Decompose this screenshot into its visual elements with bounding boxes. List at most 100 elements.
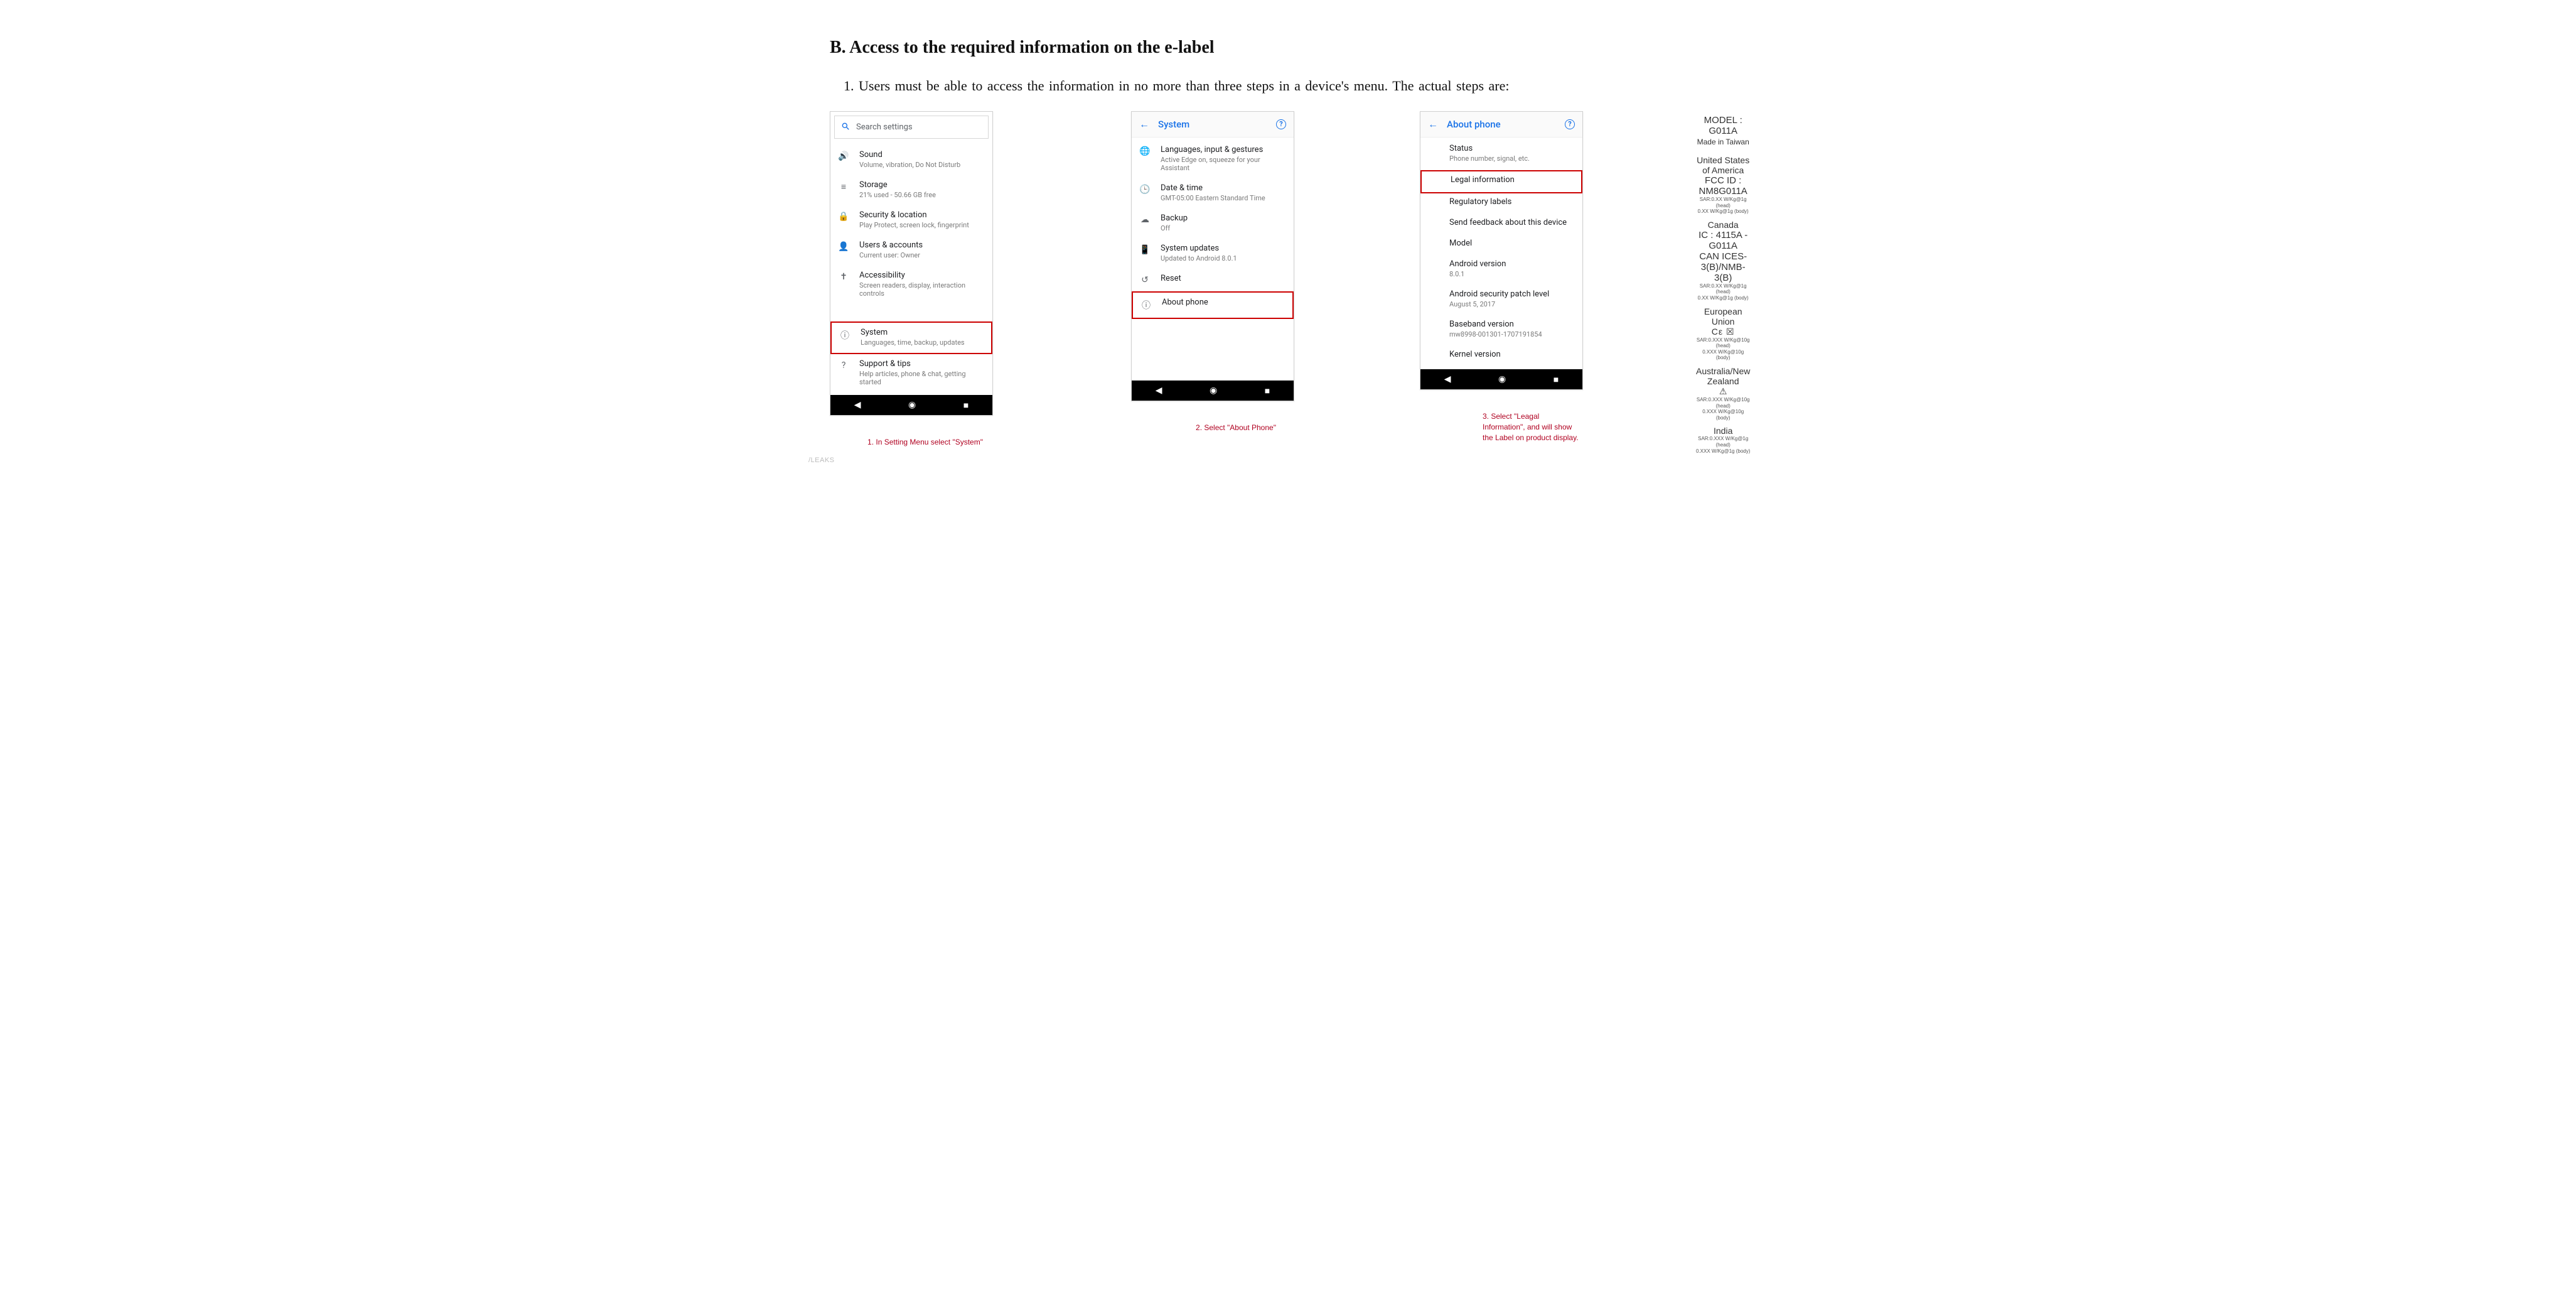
list-item[interactable]: 🕒Date & timeGMT-05:00 Eastern Standard T… [1132, 178, 1294, 208]
step-1-caption: 1. In Setting Menu select "System" [867, 437, 983, 448]
back-arrow-icon[interactable]: ← [1428, 118, 1438, 131]
elabel-panel: MODEL : G011A Made in Taiwan United Stat… [1696, 111, 1750, 454]
clock-icon: 🕒 [1139, 185, 1151, 195]
settings-list: 🔊 Sound Volume, vibration, Do Not Disturb ≡… [830, 143, 992, 395]
info-icon: ⓘ [839, 329, 851, 342]
item-subtitle: Current user: Owner [859, 251, 985, 259]
list-item[interactable]: ⓘ About phone [1132, 291, 1294, 319]
nav-home-icon[interactable]: ◉ [1498, 374, 1506, 384]
in-sar-body: 0.XXX W/Kg@1g (body) [1696, 448, 1750, 455]
item-title: Security & location [859, 210, 985, 220]
help-icon[interactable]: ? [1276, 119, 1286, 129]
item-subtitle: Active Edge on, squeeze for your Assista… [1161, 156, 1286, 172]
android-navbar: ◀ ◉ ■ [1132, 381, 1294, 401]
nav-back-icon[interactable]: ◀ [1444, 374, 1451, 384]
list-item[interactable]: Baseband versionmw8998-001301-1707191854 [1420, 316, 1582, 346]
lock-icon: 🔒 [838, 212, 849, 222]
android-navbar: ◀ ◉ ■ [830, 395, 992, 415]
list-item[interactable]: Send feedback about this device [1420, 214, 1582, 235]
item-title: Backup [1161, 213, 1286, 223]
item-subtitle: Phone number, signal, etc. [1449, 154, 1575, 163]
nav-back-icon[interactable]: ◀ [854, 400, 861, 410]
about-list: StatusPhone number, signal, etc. Legal in… [1420, 138, 1582, 369]
item-title: Model [1449, 239, 1575, 248]
item-subtitle: August 5, 2017 [1449, 300, 1575, 308]
list-item[interactable]: ✝ AccessibilityScreen readers, display, i… [830, 266, 992, 304]
ic-id: IC : 4115A - G011A [1696, 230, 1750, 251]
item-title: Baseband version [1449, 320, 1575, 329]
list-item[interactable]: 🔊 Sound Volume, vibration, Do Not Disturb [830, 145, 992, 175]
item-title: About phone [1162, 298, 1285, 307]
region-us: United States of America [1696, 155, 1750, 175]
item-subtitle: GMT-05:00 Eastern Standard Time [1161, 194, 1286, 202]
item-title: Send feedback about this device [1449, 218, 1575, 227]
list-item[interactable]: Kernel version [1420, 346, 1582, 367]
item-subtitle: Screen readers, display, interaction con… [859, 281, 985, 298]
list-item[interactable]: 🌐 Languages, input & gestures Active Edge … [1132, 140, 1294, 178]
help-icon[interactable]: ? [1565, 119, 1575, 129]
nav-recent-icon[interactable]: ■ [1554, 374, 1559, 385]
info-icon: ⓘ [1140, 299, 1152, 311]
list-item[interactable]: ≡ Storage21% used - 50.66 GB free [830, 175, 992, 205]
android-navbar: ◀ ◉ ■ [1420, 369, 1582, 389]
item-title: Status [1449, 144, 1575, 153]
item-subtitle: 21% used - 50.66 GB free [859, 191, 985, 199]
about-phone-screen: ← About phone ? StatusPhone number, sign… [1420, 111, 1583, 390]
search-icon [841, 121, 850, 133]
item-title: Kernel version [1449, 350, 1575, 359]
us-sar-body: 0.XX W/Kg@1g (body) [1696, 208, 1750, 215]
ca-sar-body: 0.XX W/Kg@1g (body) [1696, 295, 1750, 301]
item-title: Storage [859, 180, 985, 190]
item-title: Regulatory labels [1449, 197, 1575, 207]
eu-sar-head: SAR:0.XXX W/Kg@10g (head) [1696, 337, 1750, 349]
reset-icon: ↺ [1139, 275, 1151, 285]
list-item[interactable]: 📱System updatesUpdated to Android 8.0.1 [1132, 239, 1294, 269]
nav-recent-icon[interactable]: ■ [1265, 386, 1270, 396]
item-title: System updates [1161, 244, 1286, 253]
globe-icon: 🌐 [1139, 146, 1151, 156]
item-subtitle: Volume, vibration, Do Not Disturb [859, 161, 985, 169]
volume-icon: 🔊 [838, 151, 849, 161]
region-india: India [1696, 426, 1750, 436]
list-item[interactable]: Android version8.0.1 [1420, 256, 1582, 286]
list-item[interactable]: Model [1420, 235, 1582, 256]
screen-title: System [1158, 119, 1267, 130]
step-3-caption: 3. Select "Leagal Information", and will… [1483, 411, 1583, 443]
item-title: Sound [859, 150, 985, 159]
item-subtitle: Off [1161, 224, 1286, 232]
step-3-column: ← About phone ? StatusPhone number, sign… [1420, 111, 1583, 443]
item-title: Accessibility [859, 271, 985, 280]
list-item[interactable]: StatusPhone number, signal, etc. [1420, 140, 1582, 170]
list-item[interactable]: ☁BackupOff [1132, 208, 1294, 239]
rcm-mark-icon: ⚠ [1696, 386, 1750, 397]
in-sar-head: SAR:0.XXX W/Kg@1g (head) [1696, 436, 1750, 448]
list-item[interactable]: Regulatory labels [1420, 193, 1582, 214]
item-title: Legal information [1451, 175, 1574, 185]
back-arrow-icon[interactable]: ← [1139, 118, 1149, 131]
list-item[interactable]: Legal information [1420, 170, 1582, 193]
item-title: Languages, input & gestures [1161, 145, 1286, 154]
list-item[interactable]: ?Support & tipsHelp articles, phone & ch… [830, 354, 992, 392]
nav-back-icon[interactable]: ◀ [1156, 386, 1162, 396]
made-in-line: Made in Taiwan [1696, 138, 1750, 146]
list-item[interactable]: 🔒Security & locationPlay Protect, screen… [830, 205, 992, 235]
user-icon: 👤 [838, 242, 849, 252]
nav-recent-icon[interactable]: ■ [963, 400, 969, 411]
section-heading: B. Access to the required information on… [830, 38, 1746, 58]
item-title: Reset [1161, 274, 1286, 283]
storage-icon: ≡ [838, 181, 849, 192]
accessibility-icon: ✝ [838, 272, 849, 282]
list-item[interactable]: ↺ Reset [1132, 269, 1294, 291]
system-list: 🌐 Languages, input & gestures Active Edge … [1132, 138, 1294, 321]
search-settings[interactable]: Search settings [834, 116, 989, 139]
nav-home-icon[interactable]: ◉ [908, 400, 916, 410]
region-anz: Australia/New Zealand [1696, 366, 1750, 386]
help-icon: ? [838, 360, 849, 370]
list-item[interactable]: Android security patch levelAugust 5, 20… [1420, 286, 1582, 316]
list-item[interactable]: ⓘSystemLanguages, time, backup, updates [830, 321, 992, 354]
anz-sar-head: SAR:0.XXX W/Kg@10g (head) [1696, 397, 1750, 409]
step-1-column: Search settings 🔊 Sound Volume, vibration,… [830, 111, 993, 448]
nav-home-icon[interactable]: ◉ [1210, 386, 1217, 396]
list-item[interactable]: 👤Users & accountsCurrent user: Owner [830, 235, 992, 266]
ca-sar-head: SAR:0.XX W/Kg@1g (head) [1696, 283, 1750, 295]
